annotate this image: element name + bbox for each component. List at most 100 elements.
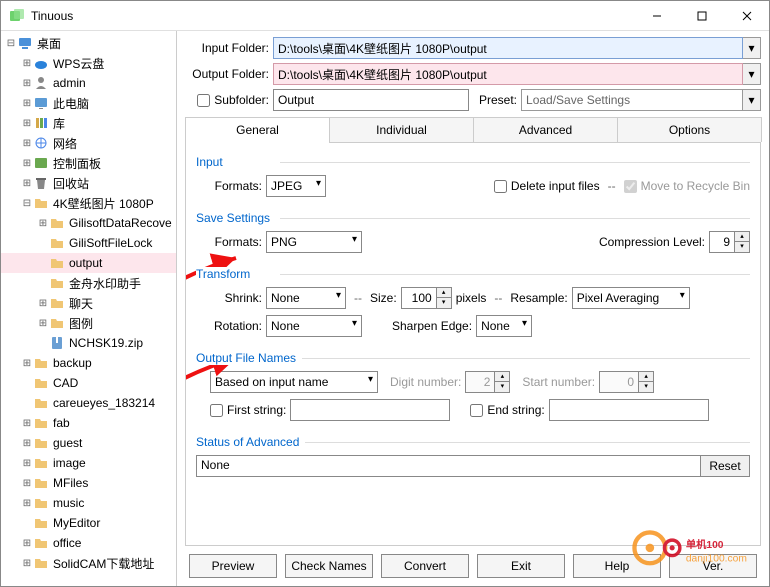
tree-item[interactable]: ⊞guest	[1, 433, 176, 453]
tree-item[interactable]: ⊞库	[1, 113, 176, 133]
first-string-checkbox[interactable]	[210, 404, 223, 417]
tree-item[interactable]: ⊞fab	[1, 413, 176, 433]
recycle-checkbox	[624, 180, 637, 193]
folder-icon	[49, 275, 65, 291]
subfolder-row: Subfolder: Preset: ▾	[185, 89, 761, 111]
tree-item-label: 金舟水印助手	[69, 275, 141, 292]
delete-input-checkbox[interactable]	[494, 180, 507, 193]
tab-general[interactable]: General	[185, 117, 330, 142]
tree-item[interactable]: ⊞admin	[1, 73, 176, 93]
sharpen-select[interactable]: None	[476, 315, 532, 337]
preview-button[interactable]: Preview	[189, 554, 277, 578]
tree-item[interactable]: ⊞image	[1, 453, 176, 473]
tree-item[interactable]: ⊞控制面板	[1, 153, 176, 173]
help-button[interactable]: Help	[573, 554, 661, 578]
tree-toggle-icon[interactable]: ⊞	[21, 58, 33, 69]
tree-toggle-icon[interactable]: ⊞	[21, 418, 33, 429]
folder-icon	[49, 315, 65, 331]
tree-toggle-icon[interactable]: ⊞	[37, 318, 49, 329]
tree-item[interactable]: ⊟4K壁纸图片 1080P	[1, 193, 176, 213]
input-formats-select[interactable]: JPEG	[266, 175, 326, 197]
tree-toggle-icon[interactable]: ⊞	[21, 358, 33, 369]
ver-button[interactable]: Ver.	[669, 554, 757, 578]
input-folder-field[interactable]	[273, 37, 743, 59]
tree-toggle-icon[interactable]: ⊞	[21, 538, 33, 549]
minimize-button[interactable]	[634, 1, 679, 31]
tree-toggle-icon[interactable]: ⊞	[37, 298, 49, 309]
tree-toggle-icon[interactable]: ⊞	[21, 498, 33, 509]
compression-spinner[interactable]: ▴▾	[735, 231, 750, 253]
tree-item[interactable]: ⊞music	[1, 493, 176, 513]
tree-item[interactable]: 金舟水印助手	[1, 273, 176, 293]
tree-toggle-icon[interactable]: ⊞	[21, 558, 33, 569]
exit-button[interactable]: Exit	[477, 554, 565, 578]
tree-item[interactable]: NCHSK19.zip	[1, 333, 176, 353]
end-string-checkbox[interactable]	[470, 404, 483, 417]
tree-toggle-icon[interactable]: ⊞	[21, 138, 33, 149]
output-folder-dropdown[interactable]: ▾	[743, 63, 761, 85]
group-save: Save Settings Formats: PNG Compression L…	[196, 211, 750, 253]
tree-item[interactable]: ⊞GilisoftDataRecove	[1, 213, 176, 233]
tree-item-label: 网络	[53, 135, 77, 152]
tree-toggle-icon[interactable]: ⊟	[5, 38, 17, 49]
maximize-button[interactable]	[679, 1, 724, 31]
check-names-button[interactable]: Check Names	[285, 554, 373, 578]
subfolder-field[interactable]	[273, 89, 469, 111]
naming-mode-select[interactable]: Based on input name	[210, 371, 378, 393]
tree-item[interactable]: CAD	[1, 373, 176, 393]
subfolder-checkbox[interactable]	[197, 94, 210, 107]
output-folder-field[interactable]	[273, 63, 743, 85]
tree-item[interactable]: ⊞聊天	[1, 293, 176, 313]
end-string-field[interactable]	[549, 399, 709, 421]
digit-spinner: ▴▾	[495, 371, 510, 393]
tree-item[interactable]: ⊞WPS云盘	[1, 53, 176, 73]
input-folder-label: Input Folder:	[185, 41, 273, 55]
end-string-label: End string:	[487, 403, 544, 417]
tree-item-label: office	[53, 536, 81, 550]
tree-toggle-icon[interactable]: ⊞	[37, 218, 49, 229]
tab-individual[interactable]: Individual	[329, 117, 474, 142]
preset-dropdown[interactable]: ▾	[743, 89, 761, 111]
tab-advanced[interactable]: Advanced	[473, 117, 618, 142]
tree-item[interactable]: ⊞ backup	[1, 353, 176, 373]
resample-select[interactable]: Pixel Averaging	[572, 287, 690, 309]
first-string-field[interactable]	[290, 399, 450, 421]
folder-icon	[33, 535, 49, 551]
preset-field[interactable]	[521, 89, 743, 111]
tree-toggle-icon[interactable]: ⊞	[21, 98, 33, 109]
close-button[interactable]	[724, 1, 769, 31]
shrink-select[interactable]: None	[266, 287, 346, 309]
tree-item[interactable]: ⊞SolidCAM下载地址	[1, 553, 176, 573]
input-folder-dropdown[interactable]: ▾	[743, 37, 761, 59]
tree-item[interactable]: ⊞ 网络	[1, 133, 176, 153]
folder-tree[interactable]: ⊟桌面⊞WPS云盘⊞admin⊞此电脑⊞库⊞网络⊞控制面板⊞回收站⊟4K壁纸图片…	[1, 31, 177, 586]
tree-item[interactable]: GiliSoftFileLock	[1, 233, 176, 253]
convert-button[interactable]: Convert	[381, 554, 469, 578]
tree-toggle-icon[interactable]: ⊞	[21, 458, 33, 469]
tree-toggle-icon[interactable]: ⊟	[21, 198, 33, 209]
tree-item[interactable]: output	[1, 253, 176, 273]
tree-item[interactable]: ⊞ office	[1, 533, 176, 553]
tree-toggle-icon[interactable]: ⊞	[21, 478, 33, 489]
tab-options[interactable]: Options	[617, 117, 762, 142]
tree-item[interactable]: MyEditor	[1, 513, 176, 533]
size-spinner[interactable]: ▴▾	[437, 287, 452, 309]
tree-toggle-icon[interactable]: ⊞	[21, 118, 33, 129]
tree-toggle-icon[interactable]: ⊞	[21, 178, 33, 189]
tree-item[interactable]: ⊞MFiles	[1, 473, 176, 493]
reset-button[interactable]: Reset	[700, 455, 750, 477]
rotation-select[interactable]: None	[266, 315, 362, 337]
size-field[interactable]	[401, 287, 437, 309]
tree-item[interactable]: ⊟桌面	[1, 33, 176, 53]
tree-toggle-icon[interactable]: ⊞	[21, 158, 33, 169]
tree-item-label: backup	[53, 356, 92, 370]
save-formats-select[interactable]: PNG	[266, 231, 362, 253]
tree-item[interactable]: ⊞回收站	[1, 173, 176, 193]
tree-toggle-icon[interactable]: ⊞	[21, 78, 33, 89]
tree-item[interactable]: ⊞此电脑	[1, 93, 176, 113]
compression-field[interactable]	[709, 231, 735, 253]
tree-toggle-icon[interactable]: ⊞	[21, 438, 33, 449]
start-number-label: Start number:	[522, 375, 595, 389]
tree-item[interactable]: ⊞图例	[1, 313, 176, 333]
tree-item[interactable]: careueyes_183214	[1, 393, 176, 413]
